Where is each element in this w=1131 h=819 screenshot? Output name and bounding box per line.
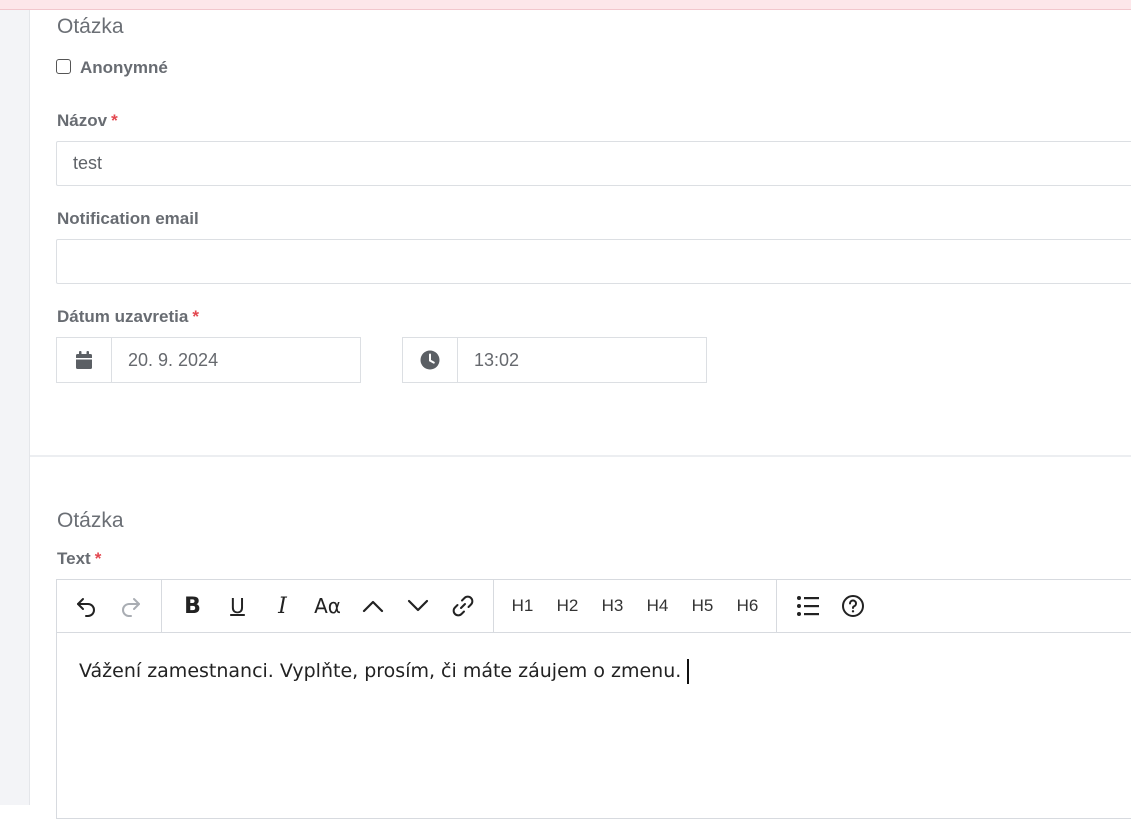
close-date-label-text: Dátum uzavretia bbox=[57, 307, 189, 326]
email-label: Notification email bbox=[57, 209, 199, 228]
headings-group: H1 H2 H3 H4 H5 H6 bbox=[494, 580, 777, 632]
close-date-label: Dátum uzavretia * bbox=[57, 307, 199, 327]
italic-icon[interactable]: I bbox=[260, 580, 305, 632]
clock-icon[interactable] bbox=[403, 338, 458, 382]
section-title: Otázka bbox=[57, 15, 124, 38]
required-mark: * bbox=[94, 549, 102, 568]
redo-icon[interactable] bbox=[108, 580, 153, 632]
heading-h5-button[interactable]: H5 bbox=[680, 580, 725, 632]
editor-content[interactable]: Vážení zamestnanci. Vyplňte, prosím, či … bbox=[57, 633, 1131, 710]
name-input-value: test bbox=[73, 153, 103, 173]
link-icon[interactable] bbox=[440, 580, 485, 632]
text-label-text: Text bbox=[57, 549, 91, 568]
anonymous-label: Anonymné bbox=[80, 58, 168, 77]
required-mark: * bbox=[192, 307, 199, 326]
undo-icon[interactable] bbox=[63, 580, 108, 632]
help-icon[interactable] bbox=[830, 580, 875, 632]
heading-h4-button[interactable]: H4 bbox=[635, 580, 680, 632]
history-group bbox=[57, 580, 162, 632]
date-value[interactable]: 20. 9. 2024 bbox=[112, 338, 360, 382]
name-input[interactable]: test bbox=[56, 141, 1131, 186]
anonymous-checkbox-row[interactable]: Anonymné bbox=[56, 58, 168, 78]
text-caret bbox=[687, 659, 689, 684]
time-value[interactable]: 13:02 bbox=[458, 338, 706, 382]
notification-email-input[interactable] bbox=[56, 239, 1131, 284]
heading-h3-button[interactable]: H3 bbox=[590, 580, 635, 632]
left-rail bbox=[0, 10, 30, 805]
editor-text: Vážení zamestnanci. Vyplňte, prosím, či … bbox=[79, 660, 682, 682]
time-picker[interactable]: 13:02 bbox=[402, 337, 707, 383]
subscript-down-icon[interactable] bbox=[395, 580, 440, 632]
section-divider bbox=[30, 455, 1131, 457]
required-mark: * bbox=[111, 111, 118, 130]
superscript-up-icon[interactable] bbox=[350, 580, 395, 632]
top-alert-band bbox=[0, 0, 1131, 10]
font-size-icon[interactable]: Aα bbox=[305, 580, 350, 632]
bullet-list-icon[interactable] bbox=[785, 580, 830, 632]
text-section-title: Otázka bbox=[57, 509, 124, 532]
heading-h6-button[interactable]: H6 bbox=[725, 580, 770, 632]
heading-h1-button[interactable]: H1 bbox=[500, 580, 545, 632]
name-label: Názov * bbox=[57, 111, 118, 131]
rich-text-editor[interactable]: B U I Aα H1 H2 H3 H4 H5 H6 Vážení zamest… bbox=[56, 579, 1131, 819]
calendar-icon[interactable] bbox=[57, 338, 112, 382]
formatting-group: B U I Aα bbox=[162, 580, 494, 632]
name-label-text: Názov bbox=[57, 111, 108, 130]
anonymous-checkbox[interactable] bbox=[56, 58, 71, 74]
heading-h2-button[interactable]: H2 bbox=[545, 580, 590, 632]
text-label: Text * bbox=[57, 549, 101, 569]
editor-toolbar: B U I Aα H1 H2 H3 H4 H5 H6 bbox=[57, 580, 1131, 633]
lists-group bbox=[777, 580, 883, 632]
date-picker[interactable]: 20. 9. 2024 bbox=[56, 337, 361, 383]
underline-icon[interactable]: U bbox=[215, 580, 260, 632]
bold-icon[interactable]: B bbox=[170, 580, 215, 632]
